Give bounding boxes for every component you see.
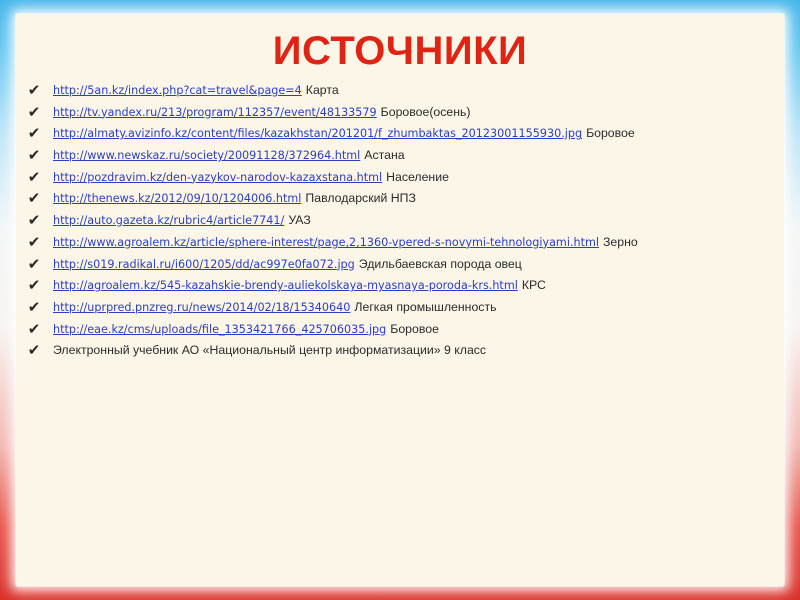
- source-link[interactable]: http://5an.kz/index.php?cat=travel&page=…: [53, 84, 302, 97]
- checkmark-icon: ✔: [27, 81, 41, 99]
- source-description: Боровое: [390, 321, 439, 336]
- source-description: Население: [386, 169, 449, 184]
- source-item: ✔ http://auto.gazeta.kz/rubric4/article7…: [24, 210, 780, 232]
- checkmark-icon: ✔: [27, 254, 41, 273]
- source-item: ✔ http://tv.yandex.ru/213/program/112357…: [24, 102, 780, 124]
- source-item: ✔ http://s019.radikal.ru/i600/1205/dd/ac…: [24, 254, 780, 276]
- sources-list: ✔ http://5an.kz/index.php?cat=travel&pag…: [24, 80, 780, 362]
- checkmark-icon: ✔: [27, 124, 41, 143]
- source-item: ✔ http://www.agroalem.kz/article/sphere-…: [24, 232, 780, 254]
- source-description: Эдильбаевская порода овец: [358, 256, 522, 271]
- source-description: Легкая промышленность: [354, 299, 497, 314]
- source-item: ✔ Электронный учебник АО «Национальный ц…: [24, 340, 780, 362]
- source-link[interactable]: http://almaty.avizinfo.kz/content/files/…: [53, 127, 582, 140]
- source-item: ✔ http://thenews.kz/2012/09/10/1204006.h…: [24, 188, 780, 210]
- source-link[interactable]: http://agroalem.kz/545-kazahskie-brendy-…: [53, 279, 518, 292]
- slide-title: ИСТОЧНИКИ: [272, 29, 528, 73]
- checkmark-icon: ✔: [27, 341, 41, 360]
- source-description: УАЗ: [288, 213, 311, 228]
- source-link[interactable]: http://eae.kz/cms/uploads/file_135342176…: [53, 323, 386, 336]
- slide: ИСТОЧНИКИ ✔ http://5an.kz/index.php?cat=…: [16, 14, 784, 586]
- source-link[interactable]: http://auto.gazeta.kz/rubric4/article774…: [53, 214, 284, 227]
- source-description: Павлодарский НПЗ: [305, 191, 416, 206]
- source-link[interactable]: http://pozdravim.kz/den-yazykov-narodov-…: [53, 171, 382, 184]
- checkmark-icon: ✔: [27, 167, 41, 186]
- source-link[interactable]: http://www.newskaz.ru/society/20091128/3…: [53, 149, 360, 162]
- source-item: ✔ http://eae.kz/cms/uploads/file_1353421…: [24, 319, 780, 341]
- source-link[interactable]: http://www.agroalem.kz/article/sphere-in…: [53, 236, 599, 249]
- checkmark-icon: ✔: [27, 232, 41, 251]
- checkmark-icon: ✔: [27, 297, 41, 316]
- checkmark-icon: ✔: [27, 211, 41, 230]
- source-description: Астана: [364, 148, 405, 163]
- source-description: Зерно: [602, 234, 638, 249]
- source-link[interactable]: http://thenews.kz/2012/09/10/1204006.htm…: [53, 192, 301, 205]
- source-description: КРС: [521, 278, 546, 293]
- source-description: Карта: [305, 83, 339, 97]
- checkmark-icon: ✔: [27, 102, 41, 121]
- source-item: ✔ http://almaty.avizinfo.kz/content/file…: [24, 123, 780, 145]
- source-item: ✔ http://www.newskaz.ru/society/20091128…: [24, 145, 780, 167]
- checkmark-icon: ✔: [27, 189, 41, 208]
- source-item: ✔ http://5an.kz/index.php?cat=travel&pag…: [24, 80, 780, 102]
- source-item: ✔ http://agroalem.kz/545-kazahskie-brend…: [24, 275, 780, 297]
- source-item: ✔ http://pozdravim.kz/den-yazykov-narodo…: [24, 167, 780, 189]
- source-description: Боровое: [586, 126, 635, 141]
- source-link[interactable]: http://tv.yandex.ru/213/program/112357/e…: [53, 106, 377, 119]
- source-item: ✔ http://uprpred.pnzreg.ru/news/2014/02/…: [24, 297, 780, 319]
- source-description: Боровое(осень): [380, 104, 471, 119]
- source-link[interactable]: http://s019.radikal.ru/i600/1205/dd/ac99…: [53, 258, 355, 271]
- checkmark-icon: ✔: [27, 276, 41, 295]
- checkmark-icon: ✔: [27, 146, 41, 165]
- source-textbook: Электронный учебник АО «Национальный цен…: [53, 343, 487, 358]
- source-link[interactable]: http://uprpred.pnzreg.ru/news/2014/02/18…: [53, 301, 350, 314]
- checkmark-icon: ✔: [27, 319, 41, 338]
